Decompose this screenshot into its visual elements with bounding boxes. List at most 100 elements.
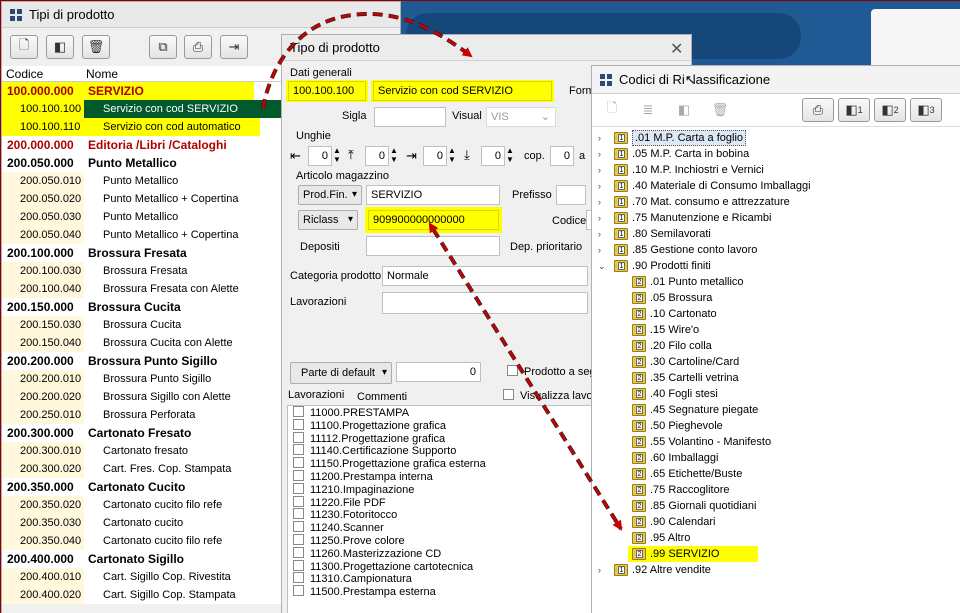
checkbox-icon[interactable] xyxy=(293,559,304,571)
prefisso-field[interactable] xyxy=(556,185,586,205)
delete-icon[interactable]: 🗑 xyxy=(706,98,734,122)
export-icon[interactable]: ⇥ xyxy=(220,35,248,59)
lavorazione-item[interactable]: 11230.Fotoritocco xyxy=(288,508,592,521)
tree-node[interactable]: › 1 .01 M.P. Carta a foglio xyxy=(592,130,960,146)
lavorazione-item[interactable]: 11310.Campionatura xyxy=(288,572,592,585)
tree-node[interactable]: › 1 .75 Manutenzione e Ricambi xyxy=(592,210,960,226)
cop-field[interactable]: 0 xyxy=(550,146,574,166)
unghia-left-field[interactable]: 0 xyxy=(308,146,332,166)
lavorazione-item[interactable]: 11100.Progettazione grafica xyxy=(288,418,592,432)
lavorazione-item[interactable]: 11220.File PDF xyxy=(288,495,592,509)
column-codice[interactable]: Codice xyxy=(6,67,43,81)
chevron-right-icon[interactable]: › xyxy=(598,242,601,258)
tab-commenti[interactable]: Commenti xyxy=(357,391,407,403)
parte-value-field[interactable]: 0 xyxy=(396,362,481,382)
checkbox-icon[interactable] xyxy=(293,495,304,507)
chevron-right-icon[interactable]: › xyxy=(598,162,601,178)
tree-node[interactable]: 2 .35 Cartelli vetrina xyxy=(592,370,960,386)
lavorazione-item[interactable]: 11300.Progettazione cartotecnica xyxy=(288,559,592,573)
lavorazioni-field[interactable] xyxy=(382,292,588,314)
chevron-right-icon[interactable]: › xyxy=(598,210,601,226)
visual-select[interactable]: VIS ⌄ xyxy=(486,107,556,127)
prodotto-a-seg-checkbox[interactable]: Prodotto a seg xyxy=(507,365,596,378)
lavorazione-item[interactable]: 11240.Scanner xyxy=(288,521,592,534)
spinner-icon[interactable]: ▲ ▼ xyxy=(333,146,341,164)
prod-fin-dropdown[interactable]: Prod.Fin. xyxy=(298,185,362,205)
checkbox-icon[interactable] xyxy=(293,406,304,417)
spinner-icon[interactable]: ▲ ▼ xyxy=(448,146,456,164)
tree-node[interactable]: › 1 .85 Gestione conto lavoro xyxy=(592,242,960,258)
name-field[interactable]: Servizio con cod SERVIZIO xyxy=(373,81,552,101)
lavorazione-item[interactable]: 11500.Prestampa esterna xyxy=(288,585,592,598)
tree-node[interactable]: › 1 .40 Materiale di Consumo Imballaggi xyxy=(592,178,960,194)
tree-node[interactable]: 2 .50 Pieghevole xyxy=(592,418,960,434)
tree-node[interactable]: › 1 .10 M.P. Inchiostri e Vernici xyxy=(592,162,960,178)
print-icon[interactable]: ⎙ xyxy=(802,98,834,122)
lavorazione-item[interactable]: 11140.Certificazione Supporto xyxy=(288,444,592,457)
chevron-down-icon[interactable]: ⌄ xyxy=(598,258,606,274)
lavorazione-item[interactable]: 11000.PRESTAMPA xyxy=(288,406,592,419)
lavorazione-item[interactable]: 11150.Progettazione grafica esterna xyxy=(288,457,592,470)
print-icon[interactable]: ⎙ xyxy=(184,35,212,59)
edit-document-icon[interactable]: ◧ xyxy=(670,98,698,122)
tree-node[interactable]: 2 .45 Segnature piegate xyxy=(592,402,960,418)
tree-node[interactable]: › 1 .05 M.P. Carta in bobina xyxy=(592,146,960,162)
chevron-right-icon[interactable]: › xyxy=(598,146,601,162)
checkbox-icon[interactable] xyxy=(293,521,304,533)
lavorazione-item[interactable]: 11112.Progettazione grafica xyxy=(288,431,592,445)
tree-node[interactable]: 2 .60 Imballaggi xyxy=(592,450,960,466)
tree-node[interactable]: 2 .10 Cartonato xyxy=(592,306,960,322)
parte-di-default-dropdown[interactable]: Parte di default xyxy=(290,362,392,384)
tree-node[interactable]: › 1 .80 Semilavorati xyxy=(592,226,960,242)
lavorazione-item[interactable]: 11210.Impaginazione xyxy=(288,482,592,496)
checkbox-icon[interactable] xyxy=(293,572,304,584)
copy-icon[interactable]: ⧉ xyxy=(149,35,177,59)
lavorazione-item[interactable]: 11260.Masterizzazione CD xyxy=(288,546,592,560)
level-3-icon[interactable]: ◧ 3 xyxy=(910,98,942,122)
tree-node[interactable]: 2 .01 Punto metallico xyxy=(592,274,960,290)
tree-node[interactable]: 2 .40 Fogli stesi xyxy=(592,386,960,402)
tab-lavorazioni[interactable]: Lavorazioni xyxy=(288,389,344,401)
chevron-right-icon[interactable]: › xyxy=(598,130,601,146)
visualizza-lavo-checkbox[interactable]: Visualizza lavo xyxy=(503,389,593,402)
chevron-right-icon[interactable]: › xyxy=(598,178,601,194)
unghia-top-field[interactable]: 0 xyxy=(365,146,389,166)
chevron-right-icon[interactable]: › xyxy=(598,194,601,210)
tree-node[interactable]: 2 .99 SERVIZIO xyxy=(592,546,960,562)
chevron-right-icon[interactable]: › xyxy=(598,226,601,242)
spinner-icon[interactable]: ▲ ▼ xyxy=(506,146,514,164)
checkbox-icon[interactable] xyxy=(293,482,304,494)
checkbox-icon[interactable] xyxy=(293,444,304,456)
edit-document-icon[interactable]: ◧ xyxy=(46,35,74,59)
tree-node[interactable]: 2 .95 Altro xyxy=(592,530,960,546)
tree-node[interactable]: ⌄ 1 .90 Prodotti finiti xyxy=(592,258,960,274)
tree-node[interactable]: 2 .30 Cartoline/Card xyxy=(592,354,960,370)
level-1-icon[interactable]: ◧ 1 xyxy=(838,98,870,122)
prod-fin-field[interactable]: SERVIZIO xyxy=(366,185,500,205)
tree-node[interactable]: 2 .15 Wire'o xyxy=(592,322,960,338)
column-nome[interactable]: Nome xyxy=(86,67,118,81)
checkbox-icon[interactable] xyxy=(293,508,304,520)
new-document-icon[interactable]: 🗋 xyxy=(598,98,626,122)
spinner-icon[interactable]: ▲ ▼ xyxy=(390,146,398,164)
checkbox-icon[interactable] xyxy=(293,469,304,481)
riclass-dropdown[interactable]: Riclass xyxy=(298,210,358,230)
checkbox-icon[interactable] xyxy=(293,457,304,469)
tree-node[interactable]: 2 .90 Calendari xyxy=(592,514,960,530)
new-document-icon[interactable]: 🗋 xyxy=(10,35,38,59)
lavorazione-item[interactable]: 11200.Prestampa interna xyxy=(288,469,592,483)
checkbox-icon[interactable] xyxy=(293,533,304,545)
checkbox-icon[interactable] xyxy=(293,546,304,558)
tree-node[interactable]: 2 .85 Giornali quotidiani xyxy=(592,498,960,514)
checkbox-icon[interactable] xyxy=(293,431,304,443)
lavorazione-item[interactable]: 11250.Prove colore xyxy=(288,533,592,547)
window2-close-icon[interactable]: ✕ xyxy=(670,39,683,59)
tree-node[interactable]: › 1 .70 Mat. consumo e attrezzature xyxy=(592,194,960,210)
unghia-right-field[interactable]: 0 xyxy=(423,146,447,166)
tree-node[interactable]: 2 .65 Etichette/Buste xyxy=(592,466,960,482)
delete-icon[interactable]: 🗑 xyxy=(82,35,110,59)
checkbox-icon[interactable] xyxy=(293,585,304,597)
tree-node[interactable]: 2 .75 Raccoglitore xyxy=(592,482,960,498)
checkbox-icon[interactable] xyxy=(293,418,304,430)
tree-node[interactable]: 2 .05 Brossura xyxy=(592,290,960,306)
